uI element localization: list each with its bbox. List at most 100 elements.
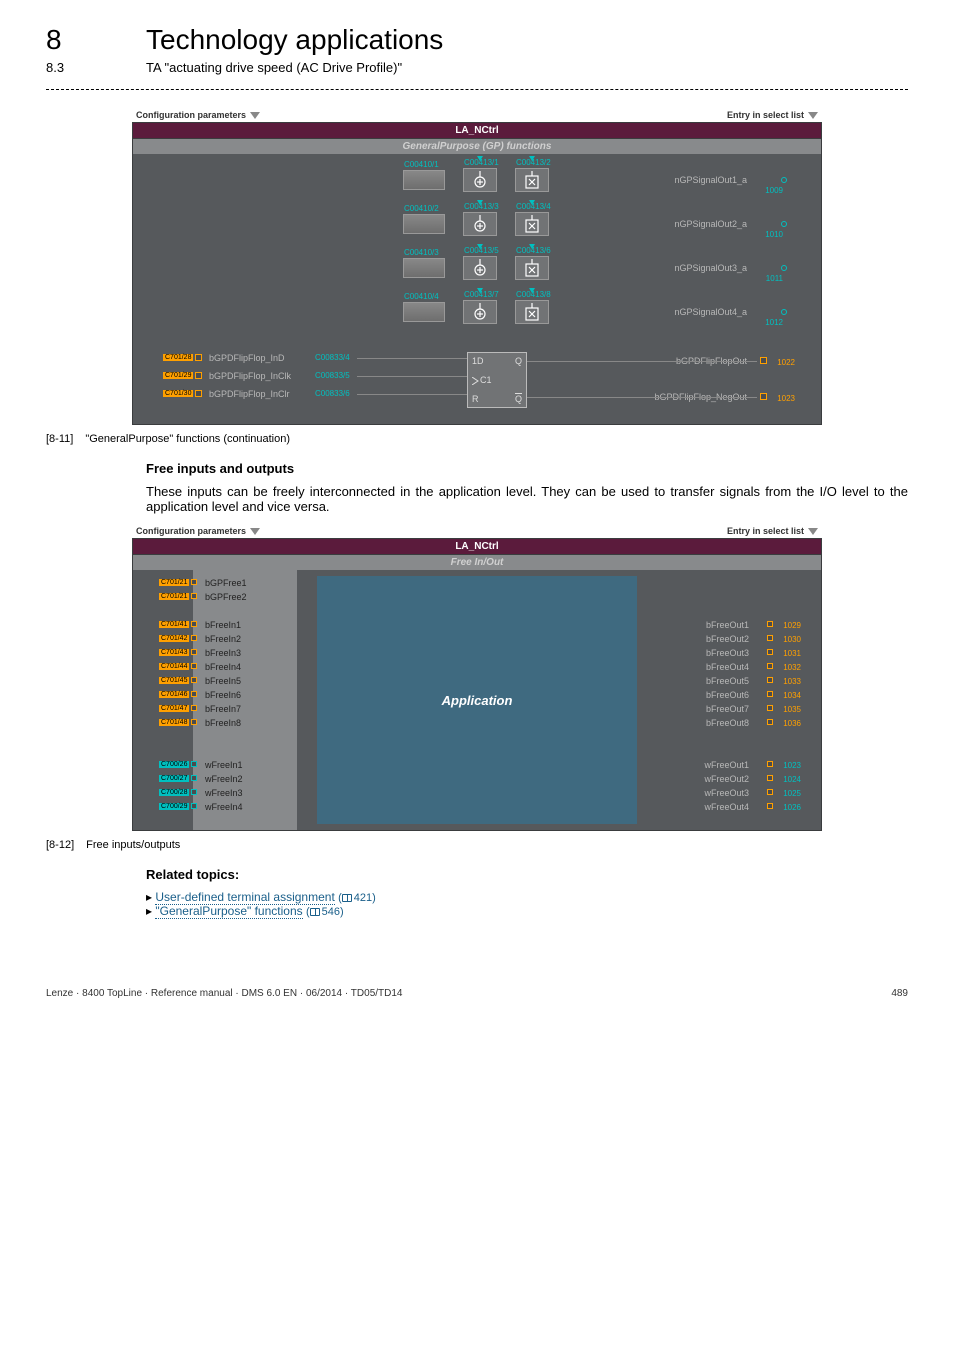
port-code: C701/47 — [159, 705, 189, 712]
output-port — [767, 649, 773, 655]
port-code: C701/42 — [159, 635, 189, 642]
gp-stage: C00410/4C00413/7C00413/8nGPSignalOut4_a1… — [133, 290, 821, 334]
ff-pin-r: R — [472, 394, 479, 404]
port-code: C700/29 — [159, 803, 189, 810]
param-label: C00833/5 — [315, 371, 350, 380]
arrow-down-icon — [808, 528, 818, 535]
output-label: bFreeOut8 — [706, 718, 749, 728]
input-port — [191, 803, 197, 809]
gp-stage: C00410/1C00413/1C00413/2nGPSignalOut1_a1… — [133, 158, 821, 202]
output-index: 1026 — [783, 803, 801, 812]
filter-block: C00410/2 — [403, 214, 445, 234]
arrow-down-icon — [808, 112, 818, 119]
input-port — [191, 579, 197, 585]
footer-left: Lenze · 8400 TopLine · Reference manual … — [46, 988, 403, 999]
arrow-down-icon — [529, 200, 535, 205]
port-code: C701/45 — [159, 677, 189, 684]
output-label: bFreeOut3 — [706, 648, 749, 658]
book-icon — [342, 894, 352, 902]
output-index: 1035 — [783, 705, 801, 714]
free-input-row: C700/26wFreeIn1 — [205, 760, 243, 770]
port-code: C701/48 — [159, 719, 189, 726]
input-port — [191, 789, 197, 795]
subheading-free-io: Free inputs and outputs — [146, 461, 908, 476]
output-label: wFreeOut2 — [704, 774, 749, 784]
param-label: C00410/4 — [404, 292, 439, 301]
free-output-row: bFreeOut21030 — [706, 634, 749, 644]
config-params-label: Configuration parameters — [136, 110, 246, 120]
gp-stage: C00410/2C00413/3C00413/4nGPSignalOut2_a1… — [133, 202, 821, 246]
free-output-row: bFreeOut61034 — [706, 690, 749, 700]
arrow-down-icon — [250, 112, 260, 119]
output-port — [767, 705, 773, 711]
param-label: C00833/4 — [315, 353, 350, 362]
param-label: C00410/3 — [404, 248, 439, 257]
free-input-row: C701/21bGPFree1 — [205, 578, 247, 588]
output-port — [760, 393, 767, 400]
filter-block: C00410/4 — [403, 302, 445, 322]
output-index: 1009 — [765, 186, 783, 195]
entry-select-list-label: Entry in select list — [727, 110, 804, 120]
output-port — [767, 677, 773, 683]
multiplier-block: C00413/8 — [515, 300, 549, 324]
output-label: wFreeOut1 — [704, 760, 749, 770]
link-user-defined-terminal[interactable]: User-defined terminal assignment — [155, 890, 334, 905]
free-output-row: bFreeOut11029 — [706, 620, 749, 630]
adder-block: C00413/7 — [463, 300, 497, 324]
param-label: C00833/6 — [315, 389, 350, 398]
free-input-row: C701/44bFreeIn4 — [205, 662, 241, 672]
port-code: C701/28 — [163, 354, 193, 361]
config-params-label: Configuration parameters — [136, 526, 246, 536]
output-index: 1033 — [783, 677, 801, 686]
input-label: bFreeIn3 — [205, 648, 241, 658]
free-input-row: C701/46bFreeIn6 — [205, 690, 241, 700]
section-number: 8.3 — [46, 60, 106, 75]
port-code: C701/21 — [159, 579, 189, 586]
multiplier-block: C00413/2 — [515, 168, 549, 192]
output-port — [767, 761, 773, 767]
output-label: nGPSignalOut3_a — [674, 263, 747, 273]
diagram-header: Configuration parameters Entry in select… — [132, 526, 822, 538]
output-port — [760, 357, 767, 364]
input-label: bGPDFlipFlop_InClr — [209, 389, 290, 399]
connector-line — [357, 358, 467, 359]
input-port — [191, 691, 197, 697]
divider — [46, 89, 908, 90]
free-output-row: bFreeOut31031 — [706, 648, 749, 658]
link-general-purpose-functions[interactable]: "GeneralPurpose" functions — [155, 904, 302, 919]
caption-text: Free inputs/outputs — [86, 839, 180, 851]
output-index: 1030 — [783, 635, 801, 644]
input-port — [191, 705, 197, 711]
input-label: bFreeIn8 — [205, 718, 241, 728]
output-label: bFreeOut1 — [706, 620, 749, 630]
diagram-gp-functions: Configuration parameters Entry in select… — [132, 110, 822, 425]
ff-pin-qbar: Q — [515, 394, 522, 404]
section-title: TA "actuating drive speed (AC Drive Prof… — [146, 60, 402, 75]
port-code: C701/29 — [163, 372, 193, 379]
input-port — [191, 593, 197, 599]
free-input-row: C700/27wFreeIn2 — [205, 774, 243, 784]
ff-pin-q: Q — [515, 356, 522, 366]
arrow-down-icon — [529, 288, 535, 293]
port-code: C700/28 — [159, 789, 189, 796]
diagram-subtitle: Free In/Out — [133, 555, 821, 570]
port-code: C701/41 — [159, 621, 189, 628]
output-port — [781, 221, 787, 227]
entry-select-list-label: Entry in select list — [727, 526, 804, 536]
output-index: 1029 — [783, 621, 801, 630]
caption-text: "GeneralPurpose" functions (continuation… — [85, 433, 290, 445]
free-output-row: wFreeOut31025 — [704, 788, 749, 798]
free-output-row: wFreeOut41026 — [704, 802, 749, 812]
output-port — [767, 719, 773, 725]
free-input-row: C700/29wFreeIn4 — [205, 802, 243, 812]
input-label: bFreeIn2 — [205, 634, 241, 644]
port-code: C701/21 — [159, 593, 189, 600]
related-topics-heading: Related topics: — [146, 867, 908, 882]
output-port — [767, 691, 773, 697]
input-port — [191, 649, 197, 655]
output-label: bFreeOut6 — [706, 690, 749, 700]
output-index: 1036 — [783, 719, 801, 728]
output-index: 1022 — [777, 358, 795, 367]
book-icon — [310, 908, 320, 916]
output-index: 1023 — [783, 761, 801, 770]
